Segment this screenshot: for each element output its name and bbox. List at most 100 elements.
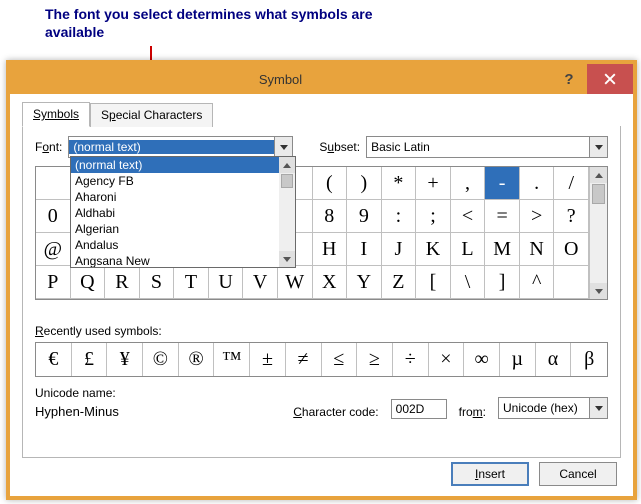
symbol-cell[interactable] bbox=[554, 266, 589, 299]
symbol-cell[interactable]: K bbox=[416, 233, 451, 266]
tab-special-characters[interactable]: Special Characters bbox=[90, 103, 213, 127]
symbol-cell[interactable]: ] bbox=[485, 266, 520, 299]
symbol-cell[interactable]: @ bbox=[36, 233, 71, 266]
cancel-button[interactable]: Cancel bbox=[539, 462, 617, 486]
font-combo-button[interactable] bbox=[274, 137, 292, 157]
recent-symbol-cell[interactable]: ® bbox=[179, 343, 215, 376]
font-option[interactable]: (normal text) bbox=[71, 157, 279, 173]
symbol-cell[interactable]: N bbox=[520, 233, 555, 266]
dropdown-scroll-thumb[interactable] bbox=[281, 174, 293, 188]
dialog-buttons: Insert Cancel bbox=[451, 462, 617, 486]
symbol-cell[interactable]: T bbox=[174, 266, 209, 299]
symbol-cell[interactable]: J bbox=[382, 233, 417, 266]
tab-symbols[interactable]: Symbols bbox=[22, 102, 90, 127]
from-combo-button[interactable] bbox=[589, 398, 607, 418]
dropdown-scroll-down[interactable] bbox=[279, 251, 295, 267]
font-option[interactable]: Aldhabi bbox=[71, 205, 279, 221]
scroll-up-button[interactable] bbox=[590, 167, 607, 183]
symbol-cell[interactable]: U bbox=[209, 266, 244, 299]
symbol-cell[interactable]: ^ bbox=[520, 266, 555, 299]
recent-symbol-cell[interactable]: ≥ bbox=[357, 343, 393, 376]
font-option[interactable]: Agency FB bbox=[71, 173, 279, 189]
font-label: Font: bbox=[35, 140, 62, 154]
symbol-cell[interactable]: - bbox=[485, 167, 520, 200]
symbol-cell[interactable]: ; bbox=[416, 200, 451, 233]
subset-combo-value: Basic Latin bbox=[367, 140, 589, 154]
symbol-cell[interactable]: 9 bbox=[347, 200, 382, 233]
symbol-cell[interactable] bbox=[36, 167, 71, 200]
recent-symbol-cell[interactable]: ≠ bbox=[286, 343, 322, 376]
symbol-cell[interactable]: , bbox=[451, 167, 486, 200]
symbol-cell[interactable]: W bbox=[278, 266, 313, 299]
symbol-cell[interactable]: \ bbox=[451, 266, 486, 299]
chevron-down-icon bbox=[283, 257, 291, 262]
symbol-cell[interactable]: X bbox=[313, 266, 348, 299]
symbol-cell[interactable]: P bbox=[36, 266, 71, 299]
font-option[interactable]: Algerian bbox=[71, 221, 279, 237]
recent-symbol-cell[interactable]: ≤ bbox=[322, 343, 358, 376]
subset-label: Subset: bbox=[319, 140, 360, 154]
symbol-cell[interactable]: 8 bbox=[313, 200, 348, 233]
insert-button[interactable]: Insert bbox=[451, 462, 529, 486]
symbol-cell[interactable]: H bbox=[313, 233, 348, 266]
symbol-cell[interactable]: * bbox=[382, 167, 417, 200]
font-option[interactable]: Aharoni bbox=[71, 189, 279, 205]
recent-symbol-cell[interactable]: ÷ bbox=[393, 343, 429, 376]
symbol-cell[interactable]: + bbox=[416, 167, 451, 200]
symbol-cell[interactable]: M bbox=[485, 233, 520, 266]
font-option[interactable]: Andalus bbox=[71, 237, 279, 253]
font-dropdown-list[interactable]: (normal text)Agency FBAharoniAldhabiAlge… bbox=[70, 156, 296, 268]
symbol-cell[interactable]: [ bbox=[416, 266, 451, 299]
recent-symbol-cell[interactable]: µ bbox=[500, 343, 536, 376]
help-button[interactable]: ? bbox=[551, 71, 587, 88]
subset-combo-button[interactable] bbox=[589, 137, 607, 157]
symbol-cell[interactable]: ? bbox=[554, 200, 589, 233]
close-button[interactable] bbox=[587, 64, 633, 94]
symbol-cell[interactable]: ( bbox=[313, 167, 348, 200]
scroll-thumb[interactable] bbox=[592, 184, 605, 204]
unicode-name-block: Unicode name: Hyphen-Minus bbox=[35, 386, 119, 419]
recent-symbol-cell[interactable]: ¥ bbox=[107, 343, 143, 376]
symbol-cell[interactable]: : bbox=[382, 200, 417, 233]
recent-symbol-cell[interactable]: × bbox=[429, 343, 465, 376]
symbol-cell[interactable]: ) bbox=[347, 167, 382, 200]
grid-scrollbar[interactable] bbox=[589, 167, 607, 299]
recent-symbol-cell[interactable]: ∞ bbox=[464, 343, 500, 376]
recent-symbol-cell[interactable]: ± bbox=[250, 343, 286, 376]
font-option[interactable]: Angsana New bbox=[71, 253, 279, 267]
dropdown-scroll-up[interactable] bbox=[279, 157, 295, 173]
symbol-cell[interactable]: Q bbox=[71, 266, 106, 299]
recent-grid[interactable]: €£¥©®™±≠≤≥÷×∞µαβ bbox=[35, 342, 608, 377]
font-dropdown-scrollbar[interactable] bbox=[279, 157, 295, 267]
recent-symbol-cell[interactable]: ™ bbox=[214, 343, 250, 376]
symbol-cell[interactable]: L bbox=[451, 233, 486, 266]
recent-symbol-cell[interactable]: α bbox=[536, 343, 572, 376]
font-dropdown-items: (normal text)Agency FBAharoniAldhabiAlge… bbox=[71, 157, 279, 267]
symbol-cell[interactable]: V bbox=[243, 266, 278, 299]
scroll-down-button[interactable] bbox=[590, 283, 607, 299]
charcode-input[interactable]: 002D bbox=[391, 399, 447, 419]
subset-combo[interactable]: Basic Latin bbox=[366, 136, 608, 158]
symbol-cell[interactable]: O bbox=[554, 233, 589, 266]
close-icon bbox=[604, 73, 616, 85]
recent-symbol-cell[interactable]: β bbox=[571, 343, 607, 376]
symbols-panel: Font: (normal text) Subset: Basic Latin … bbox=[22, 126, 621, 458]
symbol-cell[interactable]: R bbox=[105, 266, 140, 299]
symbol-cell[interactable]: = bbox=[485, 200, 520, 233]
symbol-cell[interactable]: I bbox=[347, 233, 382, 266]
recent-symbol-cell[interactable]: £ bbox=[72, 343, 108, 376]
symbol-cell[interactable]: S bbox=[140, 266, 175, 299]
unicode-name-value: Hyphen-Minus bbox=[35, 404, 119, 419]
symbol-cell[interactable]: / bbox=[554, 167, 589, 200]
font-combo[interactable]: (normal text) bbox=[68, 136, 293, 158]
symbol-cell[interactable]: < bbox=[451, 200, 486, 233]
chevron-up-icon bbox=[283, 163, 291, 168]
symbol-cell[interactable]: 0 bbox=[36, 200, 71, 233]
recent-symbol-cell[interactable]: © bbox=[143, 343, 179, 376]
symbol-cell[interactable]: . bbox=[520, 167, 555, 200]
symbol-cell[interactable]: > bbox=[520, 200, 555, 233]
symbol-cell[interactable]: Y bbox=[347, 266, 382, 299]
from-combo[interactable]: Unicode (hex) bbox=[498, 397, 608, 419]
symbol-cell[interactable]: Z bbox=[382, 266, 417, 299]
recent-symbol-cell[interactable]: € bbox=[36, 343, 72, 376]
